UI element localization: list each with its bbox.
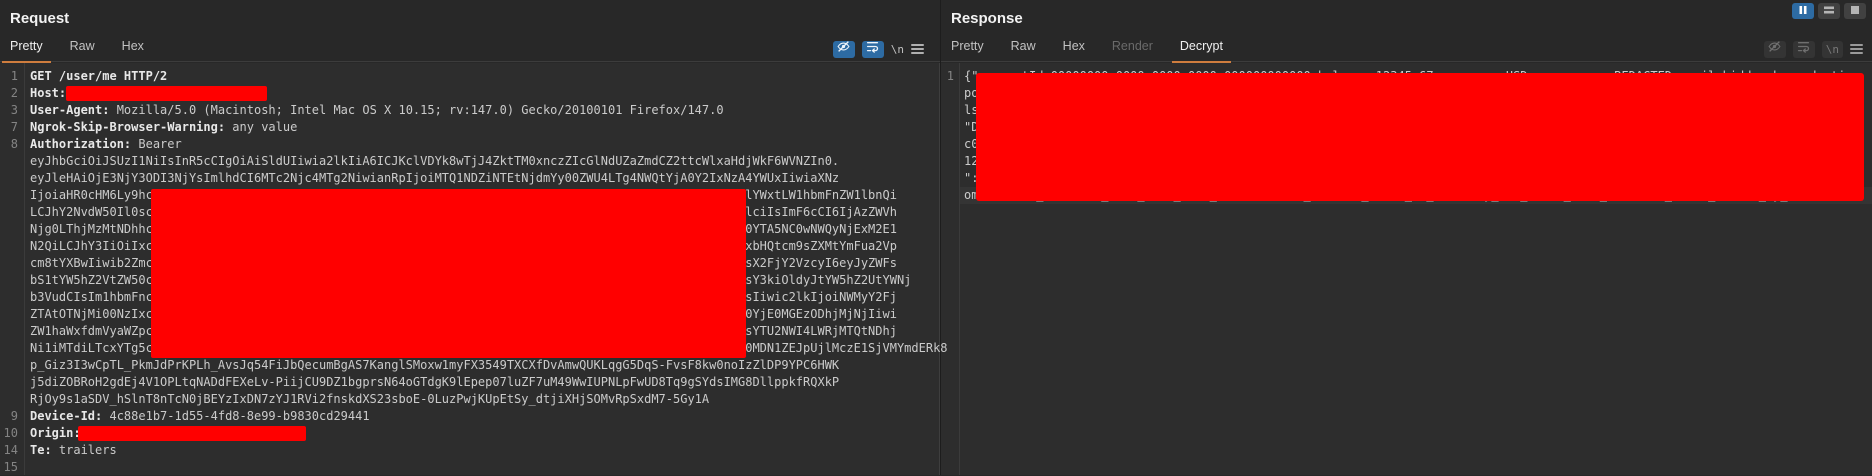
response-panel: Response Pretty Raw Hex Render Decrypt bbox=[940, 0, 1872, 475]
code-row: 15 bbox=[0, 459, 939, 476]
word-wrap-button[interactable] bbox=[862, 41, 884, 58]
gutter-divider bbox=[24, 63, 25, 475]
tab-pretty[interactable]: Pretty bbox=[2, 36, 51, 63]
code-row: 1GET /user/me HTTP/2 bbox=[0, 68, 939, 85]
line-number: 15 bbox=[0, 459, 24, 476]
hide-nonprintable-button[interactable] bbox=[833, 41, 855, 58]
tab-render: Render bbox=[1104, 36, 1161, 63]
word-wrap-icon bbox=[1797, 40, 1810, 58]
request-title: Request bbox=[10, 10, 69, 27]
redaction-box-host bbox=[66, 86, 267, 101]
tab-decrypt[interactable]: Decrypt bbox=[1172, 36, 1231, 63]
code-row: RjOy9s1aSDV_hSlnT8nTcN0jBEYzIxDN7zYJ1RVi… bbox=[0, 391, 939, 408]
request-tab-row: Pretty Raw Hex bbox=[0, 36, 940, 62]
hamburger-menu-icon[interactable] bbox=[911, 44, 924, 54]
stacked-rows-icon bbox=[1823, 2, 1835, 20]
pause-button[interactable] bbox=[1792, 3, 1814, 19]
newline-toggle[interactable]: \n bbox=[891, 43, 904, 56]
response-toolbar: \n bbox=[1764, 40, 1863, 58]
tab-raw[interactable]: Raw bbox=[62, 36, 103, 63]
window-controls bbox=[1792, 3, 1866, 19]
stacked-rows-button[interactable] bbox=[1818, 3, 1840, 19]
redaction-box-body bbox=[976, 73, 1864, 201]
word-wrap-button[interactable] bbox=[1793, 41, 1815, 58]
response-tabs: Pretty Raw Hex Render Decrypt bbox=[943, 36, 1242, 63]
word-wrap-icon bbox=[866, 40, 879, 58]
code-row: eyJleHAiOjE3NjY3ODI3NjYsImlhdCI6MTc2Njc4… bbox=[0, 170, 939, 187]
response-title: Response bbox=[951, 10, 1023, 27]
line-number: 2 bbox=[0, 85, 24, 102]
stop-square-icon bbox=[1850, 2, 1860, 20]
code-row: 3User-Agent: Mozilla/5.0 (Macintosh; Int… bbox=[0, 102, 939, 119]
tab-hex[interactable]: Hex bbox=[1055, 36, 1093, 63]
eye-slash-icon bbox=[1768, 40, 1781, 58]
tab-hex[interactable]: Hex bbox=[114, 36, 152, 63]
line-number: 7 bbox=[0, 119, 24, 136]
line-number: 1 bbox=[941, 68, 959, 85]
eye-slash-icon bbox=[837, 40, 850, 58]
code-row: 9Device-Id: 4c88e1b7-1d55-4fd8-8e99-b983… bbox=[0, 408, 939, 425]
hide-nonprintable-button[interactable] bbox=[1764, 41, 1786, 58]
redaction-box-jwt bbox=[151, 189, 746, 358]
tab-raw[interactable]: Raw bbox=[1003, 36, 1044, 63]
request-toolbar: \n bbox=[833, 40, 924, 58]
redaction-box-origin bbox=[78, 426, 306, 441]
line-number: 8 bbox=[0, 136, 24, 153]
request-tabs: Pretty Raw Hex bbox=[2, 36, 163, 63]
line-number: 3 bbox=[0, 102, 24, 119]
tab-pretty[interactable]: Pretty bbox=[943, 36, 992, 63]
response-tab-row: Pretty Raw Hex Render Decrypt bbox=[941, 36, 1872, 62]
code-row: 7Ngrok-Skip-Browser-Warning: any value bbox=[0, 119, 939, 136]
request-panel: Request Pretty Raw Hex bbox=[0, 0, 940, 475]
code-row: 8Authorization: Bearer bbox=[0, 136, 939, 153]
line-number: 14 bbox=[0, 442, 24, 459]
code-row: 14Te: trailers bbox=[0, 442, 939, 459]
code-row: eyJhbGciOiJSUzI1NiIsInR5cCIgOiAiSldUIiwi… bbox=[0, 153, 939, 170]
code-row: p_Giz3I3wCpTL_PkmJdPrKPLh_AvsJq54FiJbQec… bbox=[0, 357, 939, 374]
line-number: 9 bbox=[0, 408, 24, 425]
stop-button[interactable] bbox=[1844, 3, 1866, 19]
hamburger-menu-icon[interactable] bbox=[1850, 44, 1863, 54]
line-number: 10 bbox=[0, 425, 24, 442]
gutter-divider bbox=[959, 63, 960, 475]
code-row: j5diZOBRoH2gdEj4V1OPLtqNADdFEXeLv-PiijCU… bbox=[0, 374, 939, 391]
line-number: 1 bbox=[0, 68, 24, 85]
pause-icon bbox=[1798, 2, 1808, 20]
newline-toggle[interactable]: \n bbox=[1822, 41, 1843, 58]
